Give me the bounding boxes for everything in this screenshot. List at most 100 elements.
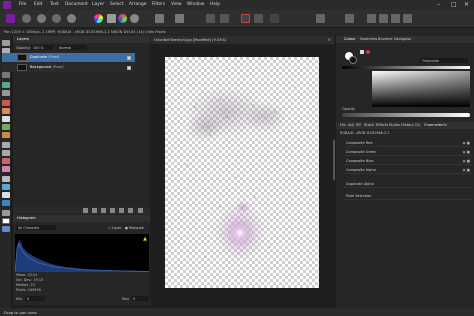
clone-brush-icon[interactable] (2, 150, 10, 156)
flood-select-icon[interactable] (2, 72, 10, 78)
marquee-radio[interactable]: ● Marquee (125, 226, 144, 230)
paint-brush-icon[interactable] (2, 100, 10, 106)
maximize-button[interactable]: □ (451, 1, 457, 8)
menu-arrange[interactable]: Arrange (129, 2, 147, 7)
document-canvas[interactable] (165, 57, 319, 288)
add-layer-icon[interactable] (128, 208, 133, 213)
tab-styles[interactable]: Styles (389, 123, 400, 127)
mesh-warp-icon[interactable] (2, 200, 10, 206)
channel-row-duplicate-alpha[interactable]: Duplicate Alpha (344, 180, 472, 188)
colour-picker-dot-icon[interactable] (366, 50, 370, 54)
shape-tool-icon[interactable] (2, 184, 10, 190)
live-filter-icon[interactable] (101, 208, 106, 213)
align-center-icon[interactable] (379, 14, 388, 23)
hsl-icon[interactable] (118, 14, 127, 23)
layer-row-background[interactable]: Background (Pixel) (2, 63, 135, 72)
menu-edit[interactable]: Edit (34, 2, 43, 7)
swap-colours-icon[interactable] (360, 50, 364, 54)
photo-persona-icon[interactable] (6, 14, 15, 23)
channel-visibility-icon[interactable]: ◉ ■ (463, 141, 470, 145)
layer-visibility-checkbox[interactable] (127, 55, 131, 60)
tab-swatches[interactable]: Swatches (360, 37, 377, 41)
layer-radio[interactable]: ○ Layer (108, 226, 122, 230)
stroke-colour-swatch[interactable] (349, 56, 357, 64)
channel-row-blue[interactable]: Composite Blue ◉ ■ (344, 157, 472, 165)
menu-view[interactable]: View (171, 2, 181, 7)
layer-row-duplicate[interactable]: Duplicate (Pixel) (2, 53, 135, 62)
tone-mapping-persona-icon[interactable] (52, 14, 61, 23)
flood-fill-icon[interactable] (2, 124, 10, 130)
channel-visibility-icon[interactable]: ◉ ■ (463, 159, 470, 163)
erase-brush-icon[interactable] (2, 116, 10, 122)
pen-tool-icon[interactable] (2, 176, 10, 182)
quick-mask-icon[interactable] (220, 14, 229, 23)
channel-row-red[interactable]: Composite Red ◉ ■ (344, 139, 472, 147)
pixel-tool-icon[interactable] (2, 108, 10, 114)
tab-layers[interactable]: Layers (17, 37, 29, 41)
tab-stock[interactable]: Stock (364, 123, 374, 127)
tab-adj[interactable]: Adj (348, 123, 354, 127)
grey-slider[interactable] (342, 66, 470, 69)
channel-row-pixel-selection[interactable]: Pixel Selection (344, 192, 472, 200)
delete-layer-icon[interactable] (138, 208, 143, 213)
text-tool-icon[interactable] (2, 192, 10, 198)
menu-text[interactable]: Text (50, 2, 59, 7)
zoom-tool-icon[interactable] (2, 210, 10, 216)
layer-visibility-checkbox[interactable] (127, 65, 131, 70)
colour-swatch-icon[interactable] (2, 218, 10, 224)
opacity-input[interactable]: 100 % (31, 45, 53, 50)
menu-window[interactable]: Window (187, 2, 204, 7)
gradient-tool-icon[interactable] (2, 132, 10, 138)
auto-contrast-icon[interactable] (175, 14, 184, 23)
minimize-button[interactable]: – (437, 1, 440, 8)
tab-eff[interactable]: Eff (356, 123, 361, 127)
tab-his[interactable]: His (340, 123, 346, 127)
selection-mode-icon[interactable] (206, 14, 215, 23)
tab-histogram[interactable]: Histogram (17, 216, 36, 220)
align-left-icon[interactable] (367, 14, 376, 23)
arrange-icon[interactable] (316, 14, 325, 23)
channel-select[interactable]: All Channels (16, 225, 56, 230)
menu-filters[interactable]: Filters (152, 2, 165, 7)
tab-ch[interactable]: Ch (415, 123, 420, 127)
align-right-icon[interactable] (391, 14, 400, 23)
colour-mode-select[interactable]: Greyscale (420, 58, 468, 63)
develop-persona-icon[interactable] (37, 14, 46, 23)
menu-select[interactable]: Select (110, 2, 124, 7)
menu-layer[interactable]: Layer (92, 2, 104, 7)
menu-help[interactable]: Help (210, 2, 220, 7)
tab-history[interactable]: History (401, 123, 414, 127)
affinity-photo-logo-icon[interactable] (3, 1, 11, 9)
colour-mode-icon[interactable] (241, 14, 250, 23)
marquee-tool-icon[interactable] (2, 82, 10, 88)
dodge-brush-icon[interactable] (2, 142, 10, 148)
colour-opacity-slider[interactable] (342, 113, 470, 117)
colour-wheel-icon[interactable] (94, 14, 103, 23)
blemish-icon[interactable] (2, 166, 10, 172)
channel-row-alpha[interactable]: Composite Alpha ◉ ■ (344, 166, 472, 174)
menu-file[interactable]: File (19, 2, 26, 7)
colour-spectrum[interactable] (372, 71, 470, 107)
channel-visibility-icon[interactable]: ◉ ■ (463, 168, 470, 172)
close-window-button[interactable]: ✕ (464, 1, 469, 8)
align-top-icon[interactable] (403, 14, 412, 23)
colour-picker-icon[interactable] (2, 226, 10, 232)
tab-effects[interactable]: Effects (376, 123, 388, 127)
adjustment-icon[interactable] (92, 208, 97, 213)
blend-mode-select[interactable]: Normal (57, 45, 87, 50)
channels-scrollbar[interactable] (333, 140, 335, 180)
tab-navigator[interactable]: Navigator (394, 37, 412, 41)
tab-channels[interactable]: Channels (423, 123, 442, 128)
levels-icon[interactable] (107, 14, 116, 23)
auto-levels-icon[interactable] (155, 14, 164, 23)
red-eye-icon[interactable] (2, 158, 10, 164)
fx-icon[interactable] (110, 208, 115, 213)
max-input[interactable]: 0 (131, 296, 149, 301)
tab-info[interactable]: Info (440, 123, 447, 127)
channel-row-green[interactable]: Composite Green ◉ ■ (344, 148, 472, 156)
menu-document[interactable]: Document (65, 2, 88, 7)
liquify-persona-icon[interactable] (22, 14, 31, 23)
view-tool-icon[interactable] (2, 40, 10, 46)
min-input[interactable]: 0 (25, 296, 45, 301)
snapping-icon[interactable] (270, 14, 279, 23)
